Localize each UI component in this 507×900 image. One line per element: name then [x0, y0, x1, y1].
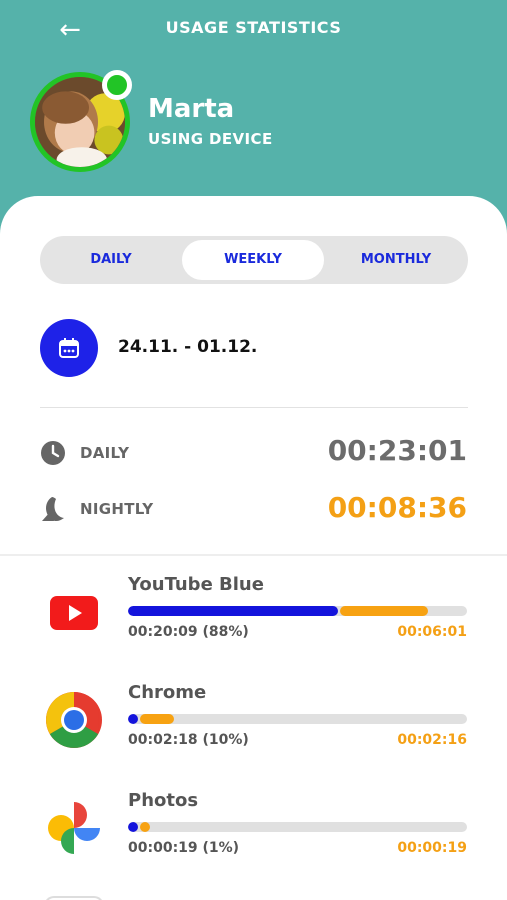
app-name: Photos — [128, 790, 199, 811]
nightly-usage-fill — [140, 822, 150, 832]
next-app-row — [44, 896, 104, 900]
app-row-chrome[interactable]: Chrome 00:02:18 (10%) 00:02:16 — [0, 682, 507, 782]
clock-icon — [41, 441, 65, 465]
app-name: Chrome — [128, 682, 207, 703]
online-indicator — [102, 70, 132, 100]
stats-card: DAILY WEEKLY MONTHLY 24.11. - 01.12. DAI… — [0, 196, 507, 900]
usage-bar — [128, 606, 467, 616]
app-daily-time: 00:02:18 (10%) — [128, 732, 249, 748]
app-daily-time: 00:00:19 (1%) — [128, 840, 240, 856]
nightly-usage-fill — [140, 714, 174, 724]
tab-monthly[interactable]: MONTHLY — [324, 240, 468, 280]
device-status: USING DEVICE — [148, 130, 273, 148]
nightly-usage-fill — [340, 606, 428, 616]
tab-weekly[interactable]: WEEKLY — [182, 240, 324, 280]
calendar-button[interactable] — [40, 319, 98, 377]
tab-daily[interactable]: DAILY — [40, 240, 182, 280]
daily-usage-fill — [128, 606, 338, 616]
daily-label: DAILY — [80, 444, 130, 462]
usage-bar — [128, 822, 467, 832]
nightly-label: NIGHTLY — [80, 500, 154, 518]
app-nightly-time: 00:06:01 — [397, 624, 467, 640]
page-title: USAGE STATISTICS — [165, 18, 342, 37]
daily-usage-fill — [128, 714, 138, 724]
youtube-icon — [50, 596, 98, 630]
photos-icon — [48, 802, 100, 854]
daily-usage-fill — [128, 822, 138, 832]
date-range: 24.11. - 01.12. — [118, 337, 258, 357]
divider — [40, 407, 468, 408]
section-divider — [0, 554, 507, 556]
app-daily-time: 00:20:09 (88%) — [128, 624, 249, 640]
period-tabs: DAILY WEEKLY MONTHLY — [40, 236, 468, 284]
app-nightly-time: 00:00:19 — [397, 840, 467, 856]
app-row-photos[interactable]: Photos 00:00:19 (1%) 00:00:19 — [0, 790, 507, 890]
chrome-icon — [46, 692, 102, 748]
app-nightly-time: 00:02:16 — [397, 732, 467, 748]
calendar-icon — [59, 338, 79, 358]
moon-icon — [42, 497, 64, 522]
nightly-total: 00:08:36 — [327, 491, 467, 524]
app-name: YouTube Blue — [128, 574, 264, 595]
child-name: Marta — [148, 94, 235, 124]
avatar[interactable] — [30, 70, 132, 172]
usage-bar — [128, 714, 467, 724]
daily-total: 00:23:01 — [327, 434, 467, 467]
app-row-youtube[interactable]: YouTube Blue 00:20:09 (88%) 00:06:01 — [0, 574, 507, 674]
